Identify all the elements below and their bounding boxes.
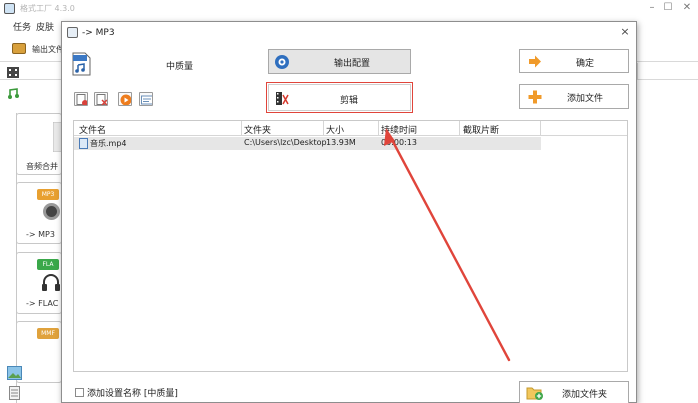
annotation-arrow xyxy=(384,128,511,362)
